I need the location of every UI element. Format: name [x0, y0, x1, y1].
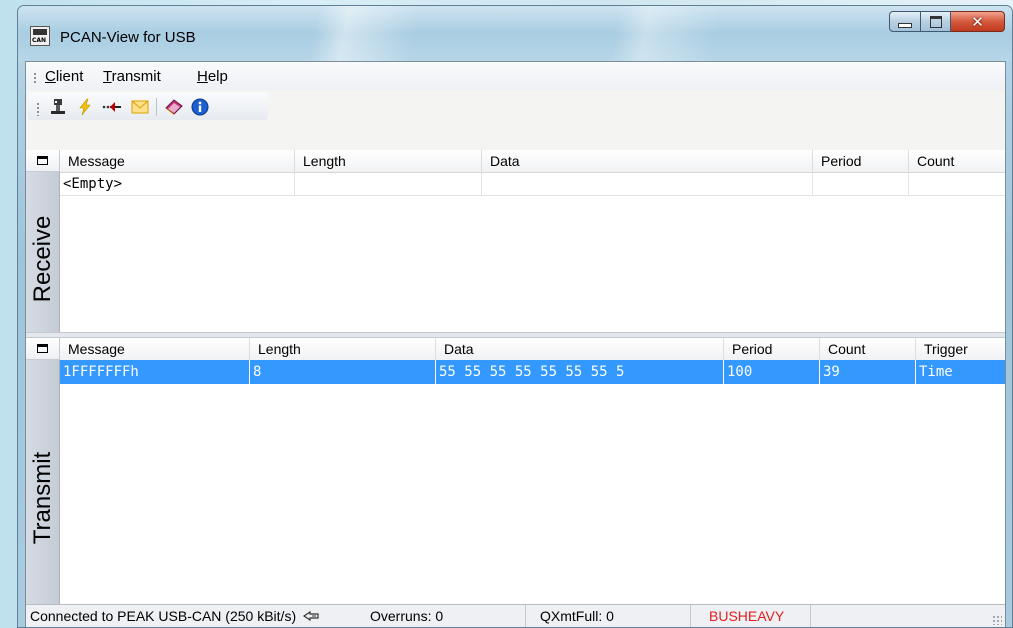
status-qxmtfull: QXmtFull: 0	[526, 605, 691, 627]
menu-help-rest: elp	[207, 68, 228, 85]
menu-transmit-rest: ransmit	[111, 68, 161, 85]
book-icon	[165, 99, 183, 115]
client-area: Client Transmit Help Receive Message Len…	[25, 61, 1006, 627]
new-message-button[interactable]	[100, 96, 124, 118]
menu-help[interactable]: Help	[194, 66, 231, 87]
receive-cell-count	[909, 172, 1005, 196]
receive-header: Message Length Data Period Count	[60, 150, 1005, 173]
receive-col-message[interactable]: Message	[60, 150, 295, 172]
transmit-cell-period: 100	[724, 360, 820, 384]
table-row[interactable]: 1FFFFFFFh 8 55 55 55 55 55 55 55 5 100 3…	[60, 360, 1005, 384]
status-overruns: Overruns: 0	[366, 605, 526, 627]
menu-transmit[interactable]: Transmit	[100, 66, 164, 87]
transmit-cell-trigger: Time	[919, 364, 953, 380]
info-button[interactable]	[188, 96, 212, 118]
receive-cell-period	[813, 172, 909, 196]
transmit-col-data[interactable]: Data	[436, 338, 724, 360]
menu-client-rest: lient	[55, 68, 84, 85]
transmit-col-message[interactable]: Message	[60, 338, 250, 360]
pcan-app-icon: CAN	[30, 26, 50, 46]
edit-message-button[interactable]	[128, 96, 152, 118]
maximize-button[interactable]	[921, 11, 951, 32]
receive-col-period[interactable]: Period	[813, 150, 909, 172]
transmit-pane: Transmit Message Length Data Period Coun…	[26, 338, 1005, 604]
close-button[interactable]: ✕	[951, 11, 1005, 32]
menu-client-accel: C	[45, 68, 56, 85]
menu-client[interactable]: Client	[42, 66, 86, 87]
transmit-header-menu-button[interactable]	[26, 338, 60, 360]
status-connection: Connected to PEAK USB-CAN (250 kBit/s)	[26, 605, 366, 627]
maximize-icon	[929, 15, 942, 28]
receive-col-data[interactable]: Data	[482, 150, 813, 172]
toolbar-grip[interactable]	[37, 102, 39, 116]
window-icon	[37, 344, 48, 353]
receive-label: Receive	[28, 215, 56, 303]
transmit-cell-length: 8	[250, 360, 436, 384]
status-connection-text: Connected to PEAK USB-CAN (250 kBit/s)	[30, 608, 297, 624]
toolbar-strip	[28, 92, 268, 120]
window-icon	[37, 156, 48, 165]
transmit-col-count[interactable]: Count	[820, 338, 916, 360]
receive-side-tab[interactable]: Receive	[26, 150, 60, 332]
app-window: CAN PCAN-View for USB ✕ Client Transmit …	[17, 5, 1013, 628]
menu-help-accel: H	[197, 68, 208, 85]
window-title: PCAN-View for USB	[60, 29, 196, 46]
receive-cell-message: <Empty>	[60, 172, 295, 196]
transmit-col-period[interactable]: Period	[724, 338, 820, 360]
menu-bar: Client Transmit Help	[26, 62, 1005, 90]
receive-header-menu-button[interactable]	[26, 150, 60, 172]
minimize-icon	[898, 23, 912, 28]
connect-button[interactable]	[46, 96, 70, 118]
lightning-icon	[79, 98, 91, 116]
transmit-col-length[interactable]: Length	[250, 338, 436, 360]
close-icon: ✕	[971, 12, 984, 31]
transmit-cell-message: 1FFFFFFFh	[60, 360, 250, 384]
reset-button[interactable]	[73, 96, 97, 118]
receive-pane: Receive Message Length Data Period Count…	[26, 150, 1005, 332]
transmit-side-tab[interactable]: Transmit	[26, 338, 60, 604]
menu-transmit-accel: T	[103, 68, 112, 85]
manual-button[interactable]	[162, 96, 186, 118]
usb-plug-icon	[302, 610, 319, 622]
toolbar	[26, 90, 1005, 120]
receive-cell-length	[295, 172, 482, 196]
status-bar: Connected to PEAK USB-CAN (250 kBit/s) O…	[26, 604, 1005, 627]
toolbar-separator	[156, 98, 157, 116]
minimize-button[interactable]	[889, 11, 921, 32]
receive-col-count[interactable]: Count	[909, 150, 1005, 172]
resize-grip[interactable]	[992, 615, 1002, 625]
transmit-cell-data: 55 55 55 55 55 55 55 5	[436, 360, 724, 384]
arrow-left-icon	[102, 102, 121, 112]
connect-icon	[51, 99, 65, 114]
receive-cell-data	[482, 172, 813, 196]
table-row[interactable]: <Empty>	[60, 172, 1005, 196]
title-bar[interactable]: CAN PCAN-View for USB ✕	[18, 6, 1012, 61]
transmit-col-trigger[interactable]: Trigger	[916, 338, 1005, 360]
transmit-label: Transmit	[28, 451, 56, 544]
window-controls: ✕	[889, 11, 1005, 33]
receive-col-length[interactable]: Length	[295, 150, 482, 172]
status-bus-state: BUSHEAVY	[691, 605, 811, 627]
info-icon	[191, 98, 209, 116]
transmit-header: Message Length Data Period Count Trigger	[60, 338, 1005, 361]
menu-grip[interactable]	[34, 72, 36, 85]
envelope-icon	[131, 100, 149, 114]
transmit-cell-count: 39	[820, 360, 916, 384]
